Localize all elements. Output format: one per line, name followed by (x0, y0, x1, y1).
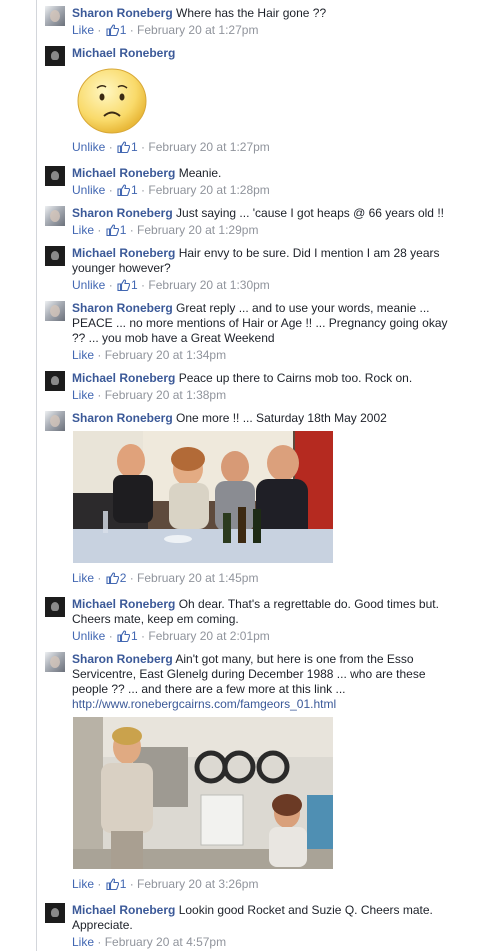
timestamp[interactable]: February 20 at 1:45pm (137, 571, 258, 585)
comment: Michael Roneberg Hair envy to be sure. D… (45, 246, 485, 293)
comment-text: Where has the Hair gone ?? (176, 6, 327, 20)
unlike-button[interactable]: Unlike (72, 183, 105, 197)
comment-actions: Unlike · 1 · February 20 at 2:01pm (72, 629, 270, 643)
comment: Sharon Roneberg Where has the Hair gone … (45, 6, 485, 38)
like-button[interactable]: Like (72, 877, 94, 891)
like-count[interactable]: 2 (120, 571, 127, 585)
author-name[interactable]: Michael Roneberg (72, 371, 175, 385)
comment: Michael Roneberg Oh dear. That's a regre… (45, 597, 485, 644)
comment-actions: Like · February 20 at 1:34pm (72, 348, 227, 362)
timestamp[interactable]: February 20 at 1:34pm (105, 348, 226, 362)
avatar[interactable] (45, 206, 65, 226)
timestamp[interactable]: February 20 at 1:29pm (137, 223, 258, 237)
like-button[interactable]: Like (72, 935, 94, 949)
thumbs-up-icon (117, 630, 131, 642)
comment: Sharon Roneberg Great reply ... and to u… (45, 301, 485, 363)
comment: Sharon Roneberg Ain't got many, but here… (45, 652, 485, 892)
like-count[interactable]: 1 (120, 23, 127, 37)
avatar[interactable] (45, 246, 65, 266)
avatar[interactable] (45, 411, 65, 431)
unlike-button[interactable]: Unlike (72, 140, 105, 154)
comment: Sharon Roneberg Just saying ... 'cause I… (45, 206, 485, 238)
like-count[interactable]: 1 (131, 278, 138, 292)
thumbs-up-icon (117, 184, 131, 196)
timestamp[interactable]: February 20 at 1:27pm (137, 23, 258, 37)
comment: Michael Roneberg Meanie. Unlike · 1 · Fe… (45, 166, 485, 198)
external-link[interactable]: http://www.ronebergcairns.com/famgeors_0… (72, 697, 336, 711)
avatar[interactable] (45, 6, 65, 26)
author-name[interactable]: Sharon Roneberg (72, 6, 173, 20)
comment-actions: Like · 1 · February 20 at 1:27pm (72, 23, 259, 37)
avatar[interactable] (45, 166, 65, 186)
author-name[interactable]: Sharon Roneberg (72, 301, 173, 315)
avatar[interactable] (45, 301, 65, 321)
comment-actions: Unlike · 1 · February 20 at 1:28pm (72, 183, 270, 197)
timestamp[interactable]: February 20 at 1:28pm (148, 183, 269, 197)
comment-actions: Unlike · 1 · February 20 at 1:27pm (72, 140, 270, 154)
like-button[interactable]: Like (72, 388, 94, 402)
like-count[interactable]: 1 (131, 183, 138, 197)
author-name[interactable]: Michael Roneberg (72, 903, 175, 917)
timestamp[interactable]: February 20 at 3:26pm (137, 877, 258, 891)
thumbs-up-icon (117, 279, 131, 291)
comment: Michael Roneberg Lookin good Rocket and … (45, 903, 485, 950)
esso-photo[interactable] (73, 717, 333, 869)
avatar[interactable] (45, 652, 65, 672)
comment-text: Meanie. (178, 166, 222, 180)
comment-actions: Unlike · 1 · February 20 at 1:30pm (72, 278, 270, 292)
comment: Michael Roneberg Unlike · 1 · February 2… (45, 46, 485, 155)
comment-actions: Like · February 20 at 4:57pm (72, 935, 227, 949)
sad-face-sticker (75, 66, 149, 136)
author-name[interactable]: Michael Roneberg (72, 46, 175, 60)
timestamp[interactable]: February 20 at 1:27pm (148, 140, 269, 154)
author-name[interactable]: Sharon Roneberg (72, 206, 173, 220)
timestamp[interactable]: February 20 at 1:38pm (105, 388, 226, 402)
comment: Michael Roneberg Peace up there to Cairn… (45, 371, 485, 403)
like-count[interactable]: 1 (131, 629, 138, 643)
comment-actions: Like · 1 · February 20 at 1:29pm (72, 223, 259, 237)
thumbs-up-icon (106, 224, 119, 236)
like-button[interactable]: Like (72, 223, 94, 237)
timestamp[interactable]: February 20 at 2:01pm (148, 629, 269, 643)
thread-line (36, 0, 37, 951)
party-photo[interactable] (73, 431, 333, 563)
timestamp[interactable]: February 20 at 1:30pm (148, 278, 269, 292)
like-count[interactable]: 1 (131, 140, 138, 154)
comment-actions: Like · 2 · February 20 at 1:45pm (72, 571, 259, 585)
unlike-button[interactable]: Unlike (72, 629, 105, 643)
like-button[interactable]: Like (72, 571, 94, 585)
comment-text: Peace up there to Cairns mob too. Rock o… (178, 371, 413, 385)
avatar[interactable] (45, 371, 65, 391)
comment-actions: Like · 1 · February 20 at 3:26pm (72, 877, 259, 891)
thumbs-up-icon (106, 572, 119, 584)
author-name[interactable]: Michael Roneberg (72, 597, 175, 611)
thumbs-up-icon (106, 878, 119, 890)
avatar[interactable] (45, 46, 65, 66)
comment-text: Just saying ... 'cause I got heaps @ 66 … (176, 206, 444, 220)
comment-text: One more !! ... Saturday 18th May 2002 (176, 411, 387, 425)
author-name[interactable]: Sharon Roneberg (72, 652, 173, 666)
like-button[interactable]: Like (72, 23, 94, 37)
avatar[interactable] (45, 597, 65, 617)
author-name[interactable]: Michael Roneberg (72, 246, 175, 260)
like-count[interactable]: 1 (120, 877, 127, 891)
unlike-button[interactable]: Unlike (72, 278, 105, 292)
thumbs-up-icon (117, 141, 131, 153)
comment-actions: Like · February 20 at 1:38pm (72, 388, 227, 402)
like-button[interactable]: Like (72, 348, 94, 362)
author-name[interactable]: Michael Roneberg (72, 166, 175, 180)
avatar[interactable] (45, 903, 65, 923)
author-name[interactable]: Sharon Roneberg (72, 411, 173, 425)
timestamp[interactable]: February 20 at 4:57pm (105, 935, 226, 949)
comment: Sharon Roneberg One more !! ... Saturday… (45, 411, 485, 586)
thumbs-up-icon (106, 24, 119, 36)
like-count[interactable]: 1 (120, 223, 127, 237)
